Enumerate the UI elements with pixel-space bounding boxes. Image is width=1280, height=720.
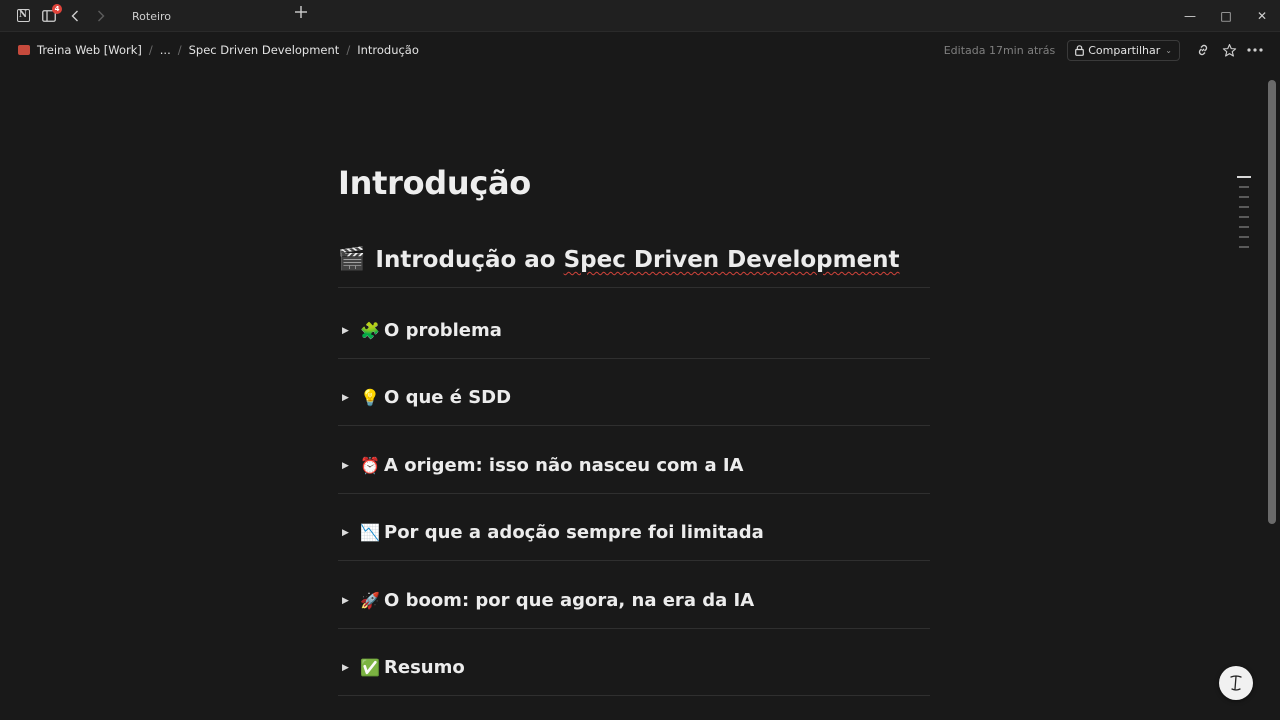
minimize-icon[interactable]: —	[1172, 0, 1208, 32]
outline-marker[interactable]	[1237, 176, 1251, 178]
maximize-icon[interactable]: □	[1208, 0, 1244, 32]
back-icon[interactable]	[62, 3, 88, 29]
toggle-arrow-icon[interactable]: ▶	[342, 596, 360, 606]
rocket-icon: 🚀	[360, 591, 380, 610]
lock-icon	[1075, 44, 1085, 56]
chart-decreasing-icon: 📉	[360, 523, 380, 542]
breadcrumb-ellipsis[interactable]: ...	[160, 43, 171, 57]
outline-marker[interactable]	[1239, 216, 1249, 218]
heading-block[interactable]: 🎬 Introdução ao Spec Driven Development	[338, 244, 930, 288]
outline-marker[interactable]	[1239, 206, 1249, 208]
forward-icon[interactable]	[88, 3, 114, 29]
heading-text-plain: Introdução ao	[375, 247, 564, 273]
toggle-block[interactable]: ▶ 🚀 O boom: por que agora, na era da IA	[338, 573, 930, 629]
puzzle-icon: 🧩	[360, 321, 380, 340]
toggle-arrow-icon[interactable]: ▶	[342, 663, 360, 673]
clapperboard-icon: 🎬	[338, 247, 366, 272]
sidebar-toggle-icon[interactable]: 4	[36, 3, 62, 29]
toggle-block[interactable]: ▶ 🧩 O problema	[338, 303, 930, 359]
window-titlebar: N 4 Roteiro — □ ✕	[0, 0, 1280, 32]
check-mark-icon: ✅	[360, 658, 380, 677]
share-label: Compartilhar	[1088, 43, 1161, 57]
notion-logo-icon[interactable]: N	[10, 3, 36, 29]
toggle-arrow-icon[interactable]: ▶	[342, 393, 360, 403]
heading-text-spellcheck: Spec Driven Development	[563, 247, 900, 273]
toggle-label: Por que a adoção sempre foi limitada	[384, 522, 764, 543]
outline-marker[interactable]	[1239, 186, 1249, 188]
breadcrumb: Treina Web [Work] / ... / Spec Driven De…	[18, 43, 419, 57]
page-title[interactable]: Introdução	[338, 164, 531, 202]
toggle-arrow-icon[interactable]: ▶	[342, 326, 360, 336]
star-icon[interactable]	[1216, 37, 1242, 63]
toggle-block[interactable]: ▶ ✅ Resumo	[338, 640, 930, 696]
outline-marker[interactable]	[1239, 196, 1249, 198]
notion-ai-icon[interactable]	[1219, 666, 1253, 700]
breadcrumb-separator: /	[148, 43, 153, 57]
alarm-clock-icon: ⏰	[360, 456, 380, 475]
notification-badge: 4	[52, 3, 62, 14]
outline-marker[interactable]	[1239, 226, 1249, 228]
chevron-down-icon: ⌄	[1165, 45, 1172, 55]
outline-marker[interactable]	[1239, 236, 1249, 238]
more-options-icon[interactable]	[1242, 37, 1268, 63]
toggle-block[interactable]: ▶ 💡 O que é SDD	[338, 370, 930, 426]
toggle-label: A origem: isso não nasceu com a IA	[384, 455, 744, 476]
toggle-label: Resumo	[384, 657, 465, 678]
link-icon[interactable]	[1190, 37, 1216, 63]
new-tab-icon[interactable]	[294, 3, 308, 24]
breadcrumb-current[interactable]: Introdução	[357, 43, 419, 57]
breadcrumb-parent[interactable]: Spec Driven Development	[189, 43, 340, 57]
share-button[interactable]: Compartilhar ⌄	[1067, 39, 1180, 61]
toggle-arrow-icon[interactable]: ▶	[342, 461, 360, 471]
page-outline[interactable]	[1237, 176, 1251, 256]
toggle-block[interactable]: ▶ ⏰ A origem: isso não nasceu com a IA	[338, 438, 930, 494]
tab-roteiro[interactable]: Roteiro	[116, 0, 288, 32]
breadcrumb-separator: /	[177, 43, 182, 57]
lightbulb-icon: 💡	[360, 388, 380, 407]
tab-label: Roteiro	[132, 9, 172, 23]
breadcrumb-separator: /	[346, 43, 351, 57]
close-icon[interactable]: ✕	[1244, 0, 1280, 32]
heading-text: Introdução ao Spec Driven Development	[375, 244, 899, 276]
toggle-label: O problema	[384, 320, 502, 341]
breadcrumb-workspace[interactable]: Treina Web [Work]	[37, 43, 142, 57]
scrollbar[interactable]	[1268, 80, 1276, 524]
toggle-label: O que é SDD	[384, 387, 512, 408]
outline-marker[interactable]	[1239, 246, 1249, 248]
workspace-icon	[18, 45, 30, 55]
toggle-arrow-icon[interactable]: ▶	[342, 528, 360, 538]
edited-timestamp: Editada 17min atrás	[943, 43, 1056, 57]
page-topbar: Treina Web [Work] / ... / Spec Driven De…	[0, 32, 1280, 68]
toggle-label: O boom: por que agora, na era da IA	[384, 590, 755, 611]
toggle-block[interactable]: ▶ 📉 Por que a adoção sempre foi limitada	[338, 505, 930, 561]
